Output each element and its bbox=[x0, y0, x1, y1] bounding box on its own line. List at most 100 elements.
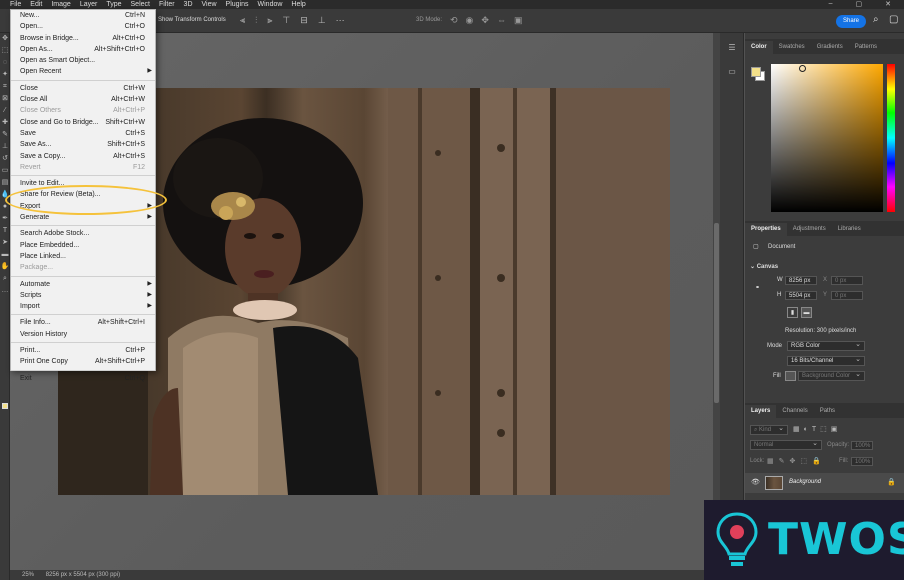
distribute-icon[interactable]: ⋯ bbox=[336, 15, 345, 26]
landscape-orientation-icon[interactable]: ▬ bbox=[801, 307, 812, 318]
document-info[interactable]: 8256 px x 5504 px (300 ppi) bbox=[46, 572, 120, 578]
menu-item-open-as[interactable]: Open As... Alt+Shift+Ctrl+O bbox=[11, 44, 155, 55]
menu-layer[interactable]: Layer bbox=[80, 1, 98, 8]
width-field[interactable]: 8256 px bbox=[785, 276, 817, 285]
search-icon[interactable]: ⌕ bbox=[873, 14, 879, 25]
menu-item-open-recent[interactable]: Open Recent ▶ bbox=[11, 66, 155, 77]
history-icon[interactable]: ☰ bbox=[720, 39, 744, 57]
path-selection-tool-icon[interactable]: ➤ bbox=[0, 237, 10, 249]
menu-item-close-all[interactable]: Close All Alt+Ctrl+W bbox=[11, 94, 155, 105]
menu-item-save-as[interactable]: Save As... Shift+Ctrl+S bbox=[11, 139, 155, 150]
menu-plugins[interactable]: Plugins bbox=[226, 1, 249, 8]
menu-item-version-history[interactable]: Version History bbox=[11, 329, 155, 340]
y-field[interactable]: 0 px bbox=[831, 291, 863, 300]
zoom-tool-icon[interactable]: ⌕ bbox=[0, 273, 10, 285]
fill-color-swatch[interactable] bbox=[785, 371, 796, 381]
menu-edit[interactable]: Edit bbox=[30, 1, 42, 8]
hand-tool-icon[interactable]: ✋ bbox=[0, 261, 10, 273]
layer-filter-icons[interactable]: ▦◐T⬚▣ bbox=[793, 425, 841, 433]
menu-filter[interactable]: Filter bbox=[159, 1, 175, 8]
orbit-icon[interactable]: ⟲ bbox=[450, 15, 458, 26]
tab-color[interactable]: Color bbox=[745, 41, 773, 54]
menu-item-open-as-smart-object[interactable]: Open as Smart Object... bbox=[11, 55, 155, 66]
menu-item-share-for-review-beta[interactable]: Share for Review (Beta)... bbox=[11, 189, 155, 200]
menu-3d[interactable]: 3D bbox=[184, 1, 193, 8]
x-field[interactable]: 0 px bbox=[831, 276, 863, 285]
maximize-icon[interactable]: ▢ bbox=[856, 0, 863, 8]
tab-adjustments[interactable]: Adjustments bbox=[787, 223, 832, 236]
tab-gradients[interactable]: Gradients bbox=[811, 41, 849, 54]
healing-brush-tool-icon[interactable]: ✚ bbox=[0, 117, 10, 129]
tab-swatches[interactable]: Swatches bbox=[773, 41, 811, 54]
menu-item-close-and-go-to-bridge[interactable]: Close and Go to Bridge... Shift+Ctrl+W bbox=[11, 117, 155, 128]
menu-select[interactable]: Select bbox=[131, 1, 150, 8]
height-field[interactable]: 5504 px bbox=[785, 291, 817, 300]
menu-item-place-linked[interactable]: Place Linked... bbox=[11, 251, 155, 262]
menu-item-print-one-copy[interactable]: Print One Copy Alt+Shift+Ctrl+P bbox=[11, 356, 155, 367]
menu-item-export[interactable]: Export ▶ bbox=[11, 201, 155, 212]
menu-item-open[interactable]: Open... Ctrl+O bbox=[11, 21, 155, 32]
more-tools-icon[interactable]: … bbox=[0, 285, 10, 297]
color-picker-cursor[interactable] bbox=[799, 65, 806, 72]
menu-item-new[interactable]: New... Ctrl+N bbox=[11, 10, 155, 21]
gradient-tool-icon[interactable]: ▤ bbox=[0, 177, 10, 189]
slide-icon[interactable]: ⇔ bbox=[497, 15, 506, 26]
blur-tool-icon[interactable]: 💧 bbox=[0, 189, 10, 201]
foreground-color-swatch[interactable] bbox=[2, 403, 8, 409]
menu-item-scripts[interactable]: Scripts ▶ bbox=[11, 290, 155, 301]
menu-window[interactable]: Window bbox=[258, 1, 283, 8]
align-bottom-icon[interactable]: ⊥ bbox=[318, 15, 326, 26]
vertical-scrollbar[interactable] bbox=[713, 33, 720, 570]
eyedropper-tool-icon[interactable]: ⁄ bbox=[0, 105, 10, 117]
link-dimensions-icon[interactable]: ⚭ bbox=[755, 284, 760, 291]
color-mode-dropdown[interactable]: RGB Color bbox=[787, 340, 865, 351]
eye-icon[interactable]: 👁 bbox=[751, 478, 760, 486]
scrollbar-thumb[interactable] bbox=[714, 223, 719, 403]
history-brush-tool-icon[interactable]: ↺ bbox=[0, 153, 10, 165]
align-top-icon[interactable]: ⊤ bbox=[282, 15, 290, 26]
align-center-icon[interactable]: ⫶ bbox=[255, 15, 257, 26]
color-picker-field[interactable] bbox=[771, 64, 883, 212]
align-middle-icon[interactable]: ⊟ bbox=[300, 15, 308, 26]
menu-item-search-adobe-stock[interactable]: Search Adobe Stock... bbox=[11, 228, 155, 239]
lock-icons[interactable]: ▦✎✥⬚🔒 bbox=[767, 457, 826, 465]
workspace-icon[interactable]: ▢ bbox=[889, 14, 898, 25]
menu-image[interactable]: Image bbox=[51, 1, 70, 8]
tab-libraries[interactable]: Libraries bbox=[832, 223, 867, 236]
move-tool-icon[interactable]: ✥ bbox=[0, 33, 10, 45]
bit-depth-dropdown[interactable]: 16 Bits/Channel bbox=[787, 355, 865, 366]
frame-tool-icon[interactable]: ⊠ bbox=[0, 93, 10, 105]
menu-item-place-embedded[interactable]: Place Embedded... bbox=[11, 240, 155, 251]
menu-view[interactable]: View bbox=[202, 1, 217, 8]
layer-name[interactable]: Background bbox=[789, 479, 821, 485]
clone-stamp-tool-icon[interactable]: ⊥ bbox=[0, 141, 10, 153]
marquee-tool-icon[interactable]: ⬚ bbox=[0, 45, 10, 57]
foreground-background-swatches[interactable] bbox=[751, 67, 765, 81]
share-button[interactable]: Share bbox=[836, 15, 866, 28]
type-tool-icon[interactable]: T bbox=[0, 225, 10, 237]
menu-item-invite-to-edit[interactable]: Invite to Edit... bbox=[11, 178, 155, 189]
roll-icon[interactable]: ◉ bbox=[466, 15, 474, 26]
minimize-icon[interactable]: – bbox=[829, 0, 833, 8]
pan-icon[interactable]: ✥ bbox=[481, 15, 489, 26]
shape-tool-icon[interactable]: ▬ bbox=[0, 249, 10, 261]
brush-tool-icon[interactable]: ✎ bbox=[0, 129, 10, 141]
align-left-icon[interactable]: ⫷ bbox=[240, 15, 245, 26]
tab-channels[interactable]: Channels bbox=[776, 405, 813, 418]
opacity-field[interactable]: 100% bbox=[851, 441, 873, 450]
menu-item-automate[interactable]: Automate ▶ bbox=[11, 279, 155, 290]
eraser-tool-icon[interactable]: ▭ bbox=[0, 165, 10, 177]
menu-help[interactable]: Help bbox=[291, 1, 305, 8]
camera-icon[interactable]: ▣ bbox=[514, 15, 523, 26]
menu-item-print[interactable]: Print... Ctrl+P bbox=[11, 345, 155, 356]
foreground-color-chip[interactable] bbox=[751, 67, 761, 77]
zoom-level[interactable]: 25% bbox=[22, 572, 34, 578]
fill-percent-field[interactable]: 100% bbox=[851, 457, 873, 466]
hue-slider[interactable] bbox=[887, 64, 895, 212]
menu-item-close[interactable]: Close Ctrl+W bbox=[11, 83, 155, 94]
comments-icon[interactable]: ▭ bbox=[720, 63, 744, 81]
menu-type[interactable]: Type bbox=[106, 1, 121, 8]
crop-tool-icon[interactable]: ⌗ bbox=[0, 81, 10, 93]
layer-row-background[interactable]: 👁 Background 🔒 bbox=[745, 473, 904, 493]
fill-dropdown[interactable]: Background Color bbox=[798, 370, 865, 381]
